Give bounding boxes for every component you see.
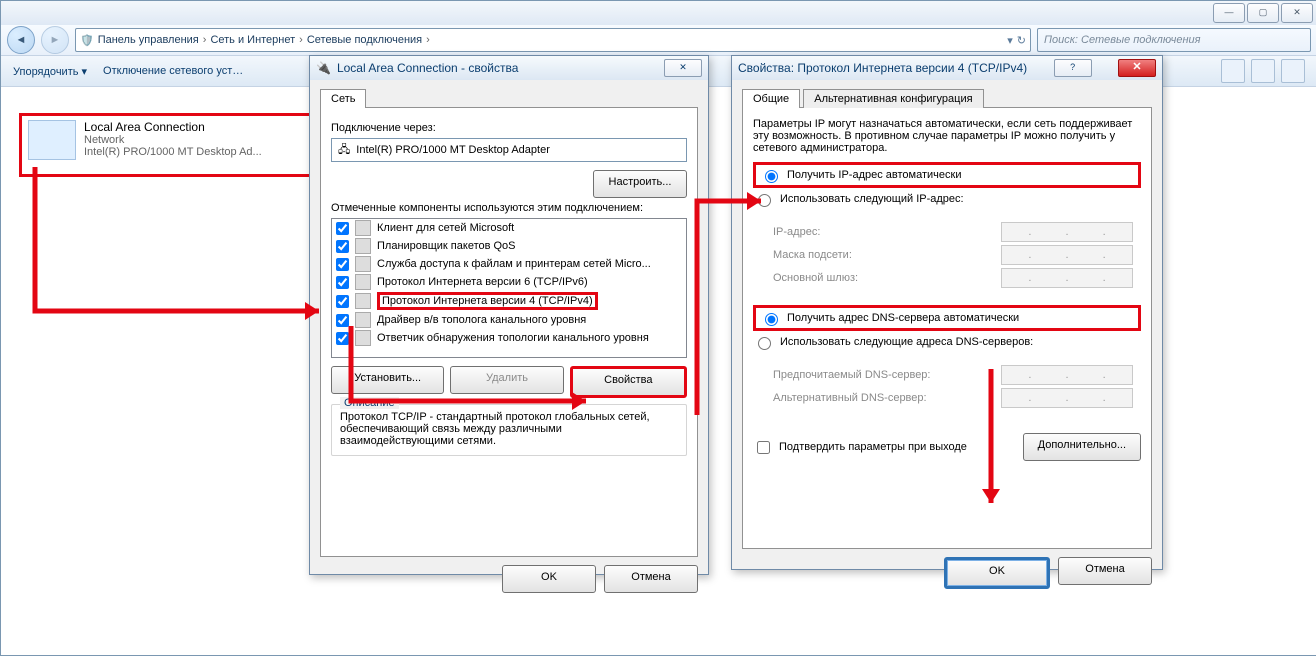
connection-adapter: Intel(R) PRO/1000 MT Desktop Ad...: [84, 146, 262, 158]
address-bar[interactable]: 🛡️ Панель управления › Сеть и Интернет ›…: [75, 28, 1031, 52]
dlg1-cancel[interactable]: Отмена: [604, 565, 698, 593]
comp-row: Служба доступа к файлам и принтерам сете…: [332, 255, 686, 273]
comp-row: Драйвер в/в тополога канального уровня: [332, 311, 686, 329]
description-text: Протокол TCP/IP - стандартный протокол г…: [340, 411, 678, 447]
connection-properties-dialog: 🔌 Local Area Connection - свойства ✕ Сет…: [309, 55, 709, 575]
comp-row: Клиент для сетей Microsoft: [332, 219, 686, 237]
crumb-1[interactable]: Панель управления: [98, 34, 199, 46]
client-icon: [355, 220, 371, 236]
adapter-name: Intel(R) PRO/1000 MT Desktop Adapter: [356, 144, 550, 156]
gateway-field: ...: [1001, 268, 1133, 288]
uninstall-button: Удалить: [450, 366, 563, 394]
comp-check[interactable]: [336, 295, 349, 308]
mask-label: Маска подсети:: [773, 249, 852, 261]
ip-manual-row: Использовать следующий IP-адрес:: [753, 191, 1141, 207]
crumb-2[interactable]: Сеть и Интернет: [210, 34, 295, 46]
adapter-icon: 🖧: [338, 141, 350, 160]
dlg2-close[interactable]: ✕: [1118, 59, 1156, 77]
minimize-button[interactable]: —: [1213, 3, 1245, 23]
nic-icon: [28, 120, 76, 160]
dns-manual-radio[interactable]: [758, 337, 771, 350]
tab-network[interactable]: Сеть: [320, 89, 366, 108]
properties-button[interactable]: Свойства: [570, 366, 687, 398]
connection-item[interactable]: Local Area Connection Network Intel(R) P…: [19, 113, 327, 177]
dns-auto-row: Получить адрес DNS-сервера автоматически: [753, 305, 1141, 331]
comp-row: Протокол Интернета версии 6 (TCP/IPv6): [332, 273, 686, 291]
comp-row: Планировщик пакетов QoS: [332, 237, 686, 255]
comp-row-ipv4: Протокол Интернета версии 4 (TCP/IPv4): [332, 291, 686, 311]
comp-check[interactable]: [336, 240, 349, 253]
nav-back[interactable]: ◄: [7, 26, 35, 54]
window-titlebar: — ▢ ✕: [1, 1, 1316, 25]
components-label: Отмеченные компоненты используются этим …: [331, 202, 687, 214]
ipv6-icon: [355, 274, 371, 290]
dlg2-ok[interactable]: OK: [944, 557, 1050, 589]
dlg1-titlebar[interactable]: 🔌 Local Area Connection - свойства ✕: [310, 56, 708, 80]
ip-addr-field: ...: [1001, 222, 1133, 242]
lltd-icon: [355, 312, 371, 328]
view-icon[interactable]: [1221, 59, 1245, 83]
addr-dropdown-icon[interactable]: ▾: [1007, 34, 1013, 47]
connection-network: Network: [84, 134, 262, 146]
ip-auto-row: Получить IP-адрес автоматически: [753, 162, 1141, 188]
dlg2-help[interactable]: ?: [1054, 59, 1092, 77]
adapter-field: 🖧 Intel(R) PRO/1000 MT Desktop Adapter: [331, 138, 687, 162]
dlg1-ok[interactable]: OK: [502, 565, 596, 593]
dns-pref-field: ...: [1001, 365, 1133, 385]
responder-icon: [355, 330, 371, 346]
maximize-button[interactable]: ▢: [1247, 3, 1279, 23]
connection-name: Local Area Connection: [84, 120, 262, 134]
dns-pref-label: Предпочитаемый DNS-сервер:: [773, 369, 930, 381]
advanced-button[interactable]: Дополнительно...: [1023, 433, 1141, 461]
crumb-3[interactable]: Сетевые подключения: [307, 34, 422, 46]
comp-check[interactable]: [336, 222, 349, 235]
comp-check[interactable]: [336, 332, 349, 345]
validate-checkbox[interactable]: [757, 441, 770, 454]
nav-bar: ◄ ► 🛡️ Панель управления › Сеть и Интерн…: [1, 25, 1316, 56]
organize-menu[interactable]: Упорядочить ▾: [13, 65, 87, 78]
comp-check[interactable]: [336, 258, 349, 271]
comp-check[interactable]: [336, 314, 349, 327]
nic-small-icon: 🔌: [316, 61, 331, 75]
ipv4-icon: [355, 293, 371, 309]
ipv4-properties-dialog: Свойства: Протокол Интернета версии 4 (T…: [731, 55, 1163, 570]
dlg2-cancel[interactable]: Отмена: [1058, 557, 1152, 585]
dns-alt-label: Альтернативный DNS-сервер:: [773, 392, 927, 404]
comp-row: Ответчик обнаружения топологии канальног…: [332, 329, 686, 347]
control-panel-icon: 🛡️: [80, 34, 94, 47]
dlg1-close[interactable]: ✕: [664, 59, 702, 77]
ip-addr-label: IP-адрес:: [773, 226, 820, 238]
refresh-icon[interactable]: ↻: [1017, 34, 1026, 47]
view2-icon[interactable]: [1251, 59, 1275, 83]
ip-auto-radio[interactable]: [765, 170, 778, 183]
ipv4-intro: Параметры IP могут назначаться автоматич…: [753, 118, 1141, 154]
dns-manual-row: Использовать следующие адреса DNS-сервер…: [753, 334, 1141, 350]
qos-icon: [355, 238, 371, 254]
explorer-window: — ▢ ✕ ◄ ► 🛡️ Панель управления › Сеть и …: [0, 0, 1316, 656]
desc-title: Описание: [340, 397, 399, 409]
dns-auto-radio[interactable]: [765, 313, 778, 326]
configure-button[interactable]: Настроить...: [593, 170, 687, 198]
close-button[interactable]: ✕: [1281, 3, 1313, 23]
install-button[interactable]: Установить...: [331, 366, 444, 394]
ip-manual-radio[interactable]: [758, 194, 771, 207]
dlg2-title: Свойства: Протокол Интернета версии 4 (T…: [738, 61, 1027, 75]
search-input[interactable]: Поиск: Сетевые подключения: [1037, 28, 1311, 52]
validate-row[interactable]: Подтвердить параметры при выходе: [753, 438, 967, 457]
comp-check[interactable]: [336, 276, 349, 289]
dlg1-title: Local Area Connection - свойства: [337, 61, 518, 75]
mask-field: ...: [1001, 245, 1133, 265]
tab-alt-config[interactable]: Альтернативная конфигурация: [803, 89, 983, 108]
dns-alt-field: ...: [1001, 388, 1133, 408]
nav-forward: ►: [41, 26, 69, 54]
dlg2-titlebar[interactable]: Свойства: Протокол Интернета версии 4 (T…: [732, 56, 1162, 80]
disable-device[interactable]: Отключение сетевого уст…: [103, 65, 243, 77]
connect-using-label: Подключение через:: [331, 122, 687, 134]
fileshare-icon: [355, 256, 371, 272]
gateway-label: Основной шлюз:: [773, 272, 858, 284]
tab-general[interactable]: Общие: [742, 89, 800, 108]
components-list[interactable]: Клиент для сетей Microsoft Планировщик п…: [331, 218, 687, 358]
help-icon[interactable]: [1281, 59, 1305, 83]
